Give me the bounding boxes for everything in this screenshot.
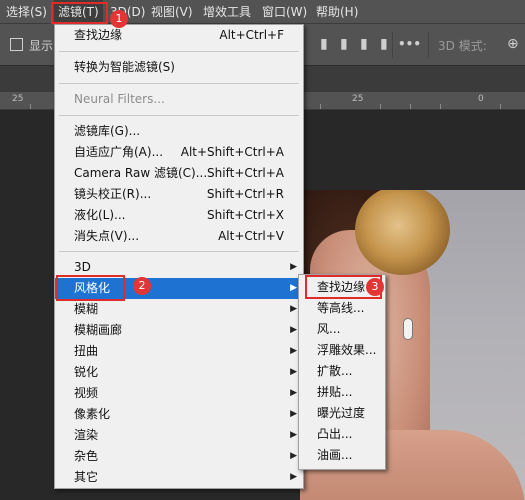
- ruler-label: 25: [12, 94, 24, 104]
- menu-item-shortcut: Shift+Ctrl+A: [207, 166, 284, 180]
- menu-item-noise[interactable]: 杂色 ▶: [55, 446, 303, 467]
- menu-item-lens-correction[interactable]: 镜头校正(R)... Shift+Ctrl+R: [55, 184, 303, 205]
- annotation-box-filter-menu: [51, 2, 108, 24]
- submenu-item-tiles[interactable]: 拼贴...: [299, 382, 385, 403]
- menu-item-blur-gallery[interactable]: 模糊画廊 ▶: [55, 320, 303, 341]
- menu-item-label: 像素化: [74, 407, 111, 421]
- ruler-label: 25: [352, 94, 364, 104]
- menu-item-render[interactable]: 渲染 ▶: [55, 425, 303, 446]
- annotation-box-stylize: [56, 275, 125, 301]
- submenu-arrow-icon: ▶: [290, 388, 297, 398]
- 3d-orbit-icon[interactable]: ⊕: [507, 36, 519, 52]
- stylize-submenu: 查找边缘 等高线... 风... 浮雕效果... 扩散... 拼贴... 曝光过…: [298, 274, 386, 470]
- menu-item-shortcut: Alt+Shift+Ctrl+A: [180, 145, 284, 159]
- align-icon[interactable]: ▮: [320, 36, 328, 52]
- submenu-item-emboss[interactable]: 浮雕效果...: [299, 340, 385, 361]
- menu-item-label: 转换为智能滤镜(S): [74, 60, 175, 74]
- menu-item-label: 自适应广角(A)...: [74, 145, 164, 159]
- submenu-item-oil-paint[interactable]: 油画...: [299, 445, 385, 466]
- menu-item-pixelate[interactable]: 像素化 ▶: [55, 404, 303, 425]
- menu-item-convert-smart-filter[interactable]: 转换为智能滤镜(S): [55, 57, 303, 78]
- submenu-item-solarize[interactable]: 曝光过度: [299, 403, 385, 424]
- annotation-badge-3: 3: [366, 278, 384, 296]
- submenu-arrow-icon: ▶: [290, 346, 297, 356]
- menu-item-label: 镜头校正(R)...: [74, 187, 152, 201]
- menu-item-liquify[interactable]: 液化(L)... Shift+Ctrl+X: [55, 205, 303, 226]
- menu-item-label: 消失点(V)...: [74, 229, 140, 243]
- menu-item-vanishing-point[interactable]: 消失点(V)... Alt+Ctrl+V: [55, 226, 303, 247]
- menu-item-label: 杂色: [74, 449, 99, 463]
- menu-item-find-edges-recent[interactable]: 查找边缘 Alt+Ctrl+F: [55, 25, 303, 46]
- menu-item-label: 渲染: [74, 428, 99, 442]
- menu-item-label: 视频: [74, 386, 99, 400]
- menu-item-other[interactable]: 其它 ▶: [55, 467, 303, 488]
- 3d-mode-label: 3D 模式:: [438, 39, 487, 53]
- menu-item-label: 其它: [74, 470, 99, 484]
- menu-item-shortcut: Shift+Ctrl+R: [206, 187, 284, 201]
- submenu-arrow-icon: ▶: [290, 409, 297, 419]
- menu-item-filter-gallery[interactable]: 滤镜库(G)...: [55, 121, 303, 142]
- menu-item-shortcut: Alt+Ctrl+V: [218, 229, 284, 243]
- more-options-icon[interactable]: •••: [398, 37, 421, 51]
- submenu-arrow-icon: ▶: [290, 304, 297, 314]
- menu-window[interactable]: 窗口(W): [262, 0, 307, 24]
- submenu-arrow-icon: ▶: [290, 325, 297, 335]
- ruler-label: 0: [478, 94, 484, 104]
- photo-earring: [403, 318, 413, 340]
- align-right-icon[interactable]: ▮: [380, 36, 388, 52]
- menu-item-camera-raw[interactable]: Camera Raw 滤镜(C)... Shift+Ctrl+A: [55, 163, 303, 184]
- menu-item-label: 3D: [74, 260, 91, 274]
- menu-select[interactable]: 选择(S): [6, 0, 47, 24]
- photo-hair-ornament: [355, 190, 450, 275]
- menu-item-sharpen[interactable]: 锐化 ▶: [55, 362, 303, 383]
- submenu-arrow-icon: ▶: [290, 430, 297, 440]
- show-label: 显示: [29, 39, 54, 53]
- submenu-item-wind[interactable]: 风...: [299, 319, 385, 340]
- menu-plugins[interactable]: 增效工具: [203, 0, 251, 24]
- submenu-arrow-icon: ▶: [290, 451, 297, 461]
- menu-item-label: 模糊画廊: [74, 323, 123, 337]
- show-checkbox[interactable]: [10, 38, 23, 51]
- filter-menu: 查找边缘 Alt+Ctrl+F 转换为智能滤镜(S) Neural Filter…: [54, 24, 304, 489]
- submenu-arrow-icon: ▶: [290, 262, 297, 272]
- divider: [392, 32, 393, 58]
- menu-item-adaptive-wide-angle[interactable]: 自适应广角(A)... Alt+Shift+Ctrl+A: [55, 142, 303, 163]
- annotation-badge-1: 1: [110, 10, 128, 28]
- submenu-arrow-icon: ▶: [290, 283, 297, 293]
- submenu-item-diffuse[interactable]: 扩散...: [299, 361, 385, 382]
- submenu-arrow-icon: ▶: [290, 367, 297, 377]
- menu-item-label: 锐化: [74, 365, 99, 379]
- menu-item-shortcut: Shift+Ctrl+X: [207, 208, 284, 222]
- submenu-item-trace-contour[interactable]: 等高线...: [299, 298, 385, 319]
- menu-item-distort[interactable]: 扭曲 ▶: [55, 341, 303, 362]
- menu-item-label: 滤镜库(G)...: [74, 124, 141, 138]
- menu-item-label: 查找边缘: [74, 28, 123, 42]
- menu-item-neural-filters[interactable]: Neural Filters...: [55, 89, 303, 110]
- menu-item-label: 液化(L)...: [74, 208, 126, 222]
- menu-item-label: 模糊: [74, 302, 99, 316]
- submenu-item-extrude[interactable]: 凸出...: [299, 424, 385, 445]
- menu-help[interactable]: 帮助(H): [316, 0, 358, 24]
- menu-view[interactable]: 视图(V): [151, 0, 193, 24]
- menu-item-shortcut: Alt+Ctrl+F: [219, 28, 284, 42]
- align-bottom-icon[interactable]: ▮: [360, 36, 368, 52]
- annotation-badge-2: 2: [133, 277, 151, 295]
- submenu-arrow-icon: ▶: [290, 472, 297, 482]
- menu-item-label: Camera Raw 滤镜(C)...: [74, 166, 208, 180]
- divider: [428, 32, 429, 58]
- menu-item-label: Neural Filters...: [74, 92, 165, 106]
- menu-item-video[interactable]: 视频 ▶: [55, 383, 303, 404]
- menu-item-label: 扭曲: [74, 344, 99, 358]
- menu-item-blur[interactable]: 模糊 ▶: [55, 299, 303, 320]
- distribute-icon[interactable]: ▮: [340, 36, 348, 52]
